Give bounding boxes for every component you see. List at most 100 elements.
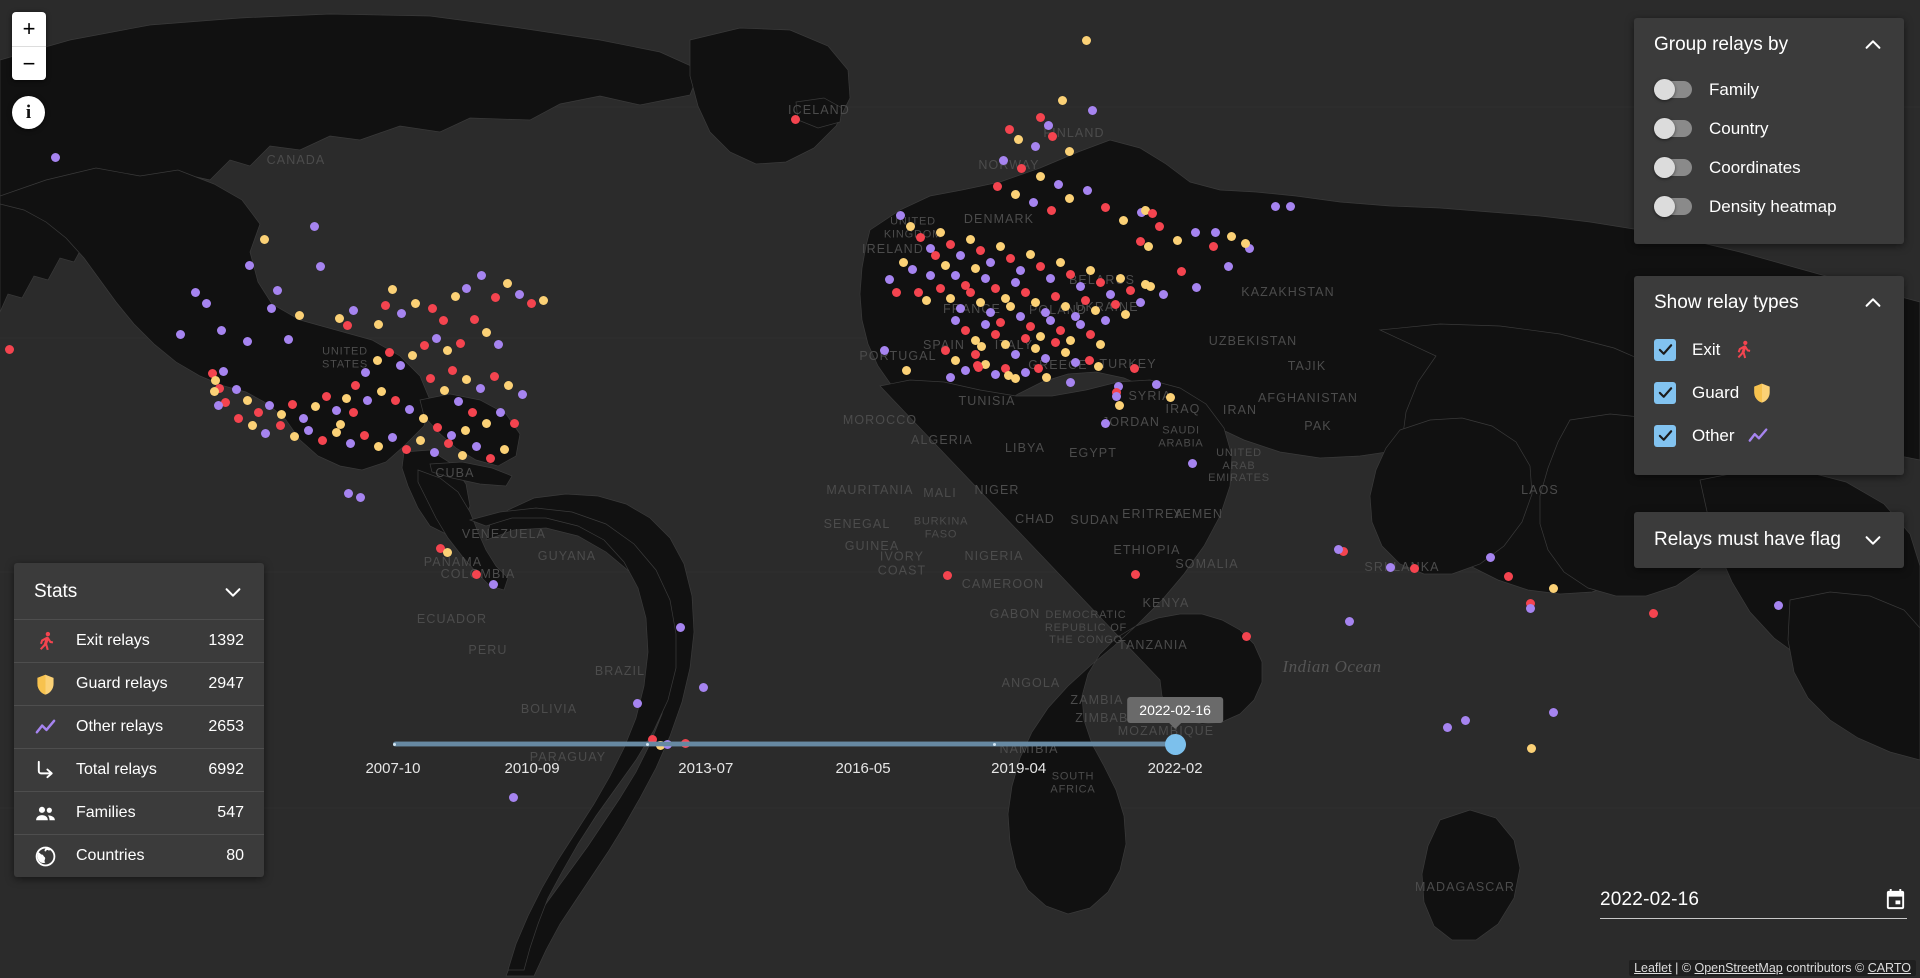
attribution-sep: | — [1672, 961, 1682, 975]
zoom-in-button[interactable]: + — [12, 12, 46, 46]
date-input-value[interactable]: 2022-02-16 — [1600, 889, 1699, 911]
checkbox-guard[interactable] — [1654, 382, 1676, 404]
toggle-switch[interactable] — [1654, 198, 1692, 215]
types-panel-padding — [1634, 457, 1904, 475]
toggle-label: Family — [1709, 80, 1759, 100]
world-landmass-svg — [0, 0, 1920, 978]
chevron-down-icon[interactable] — [222, 581, 244, 603]
relay-type-label: Other — [1692, 426, 1735, 446]
toggle-switch[interactable] — [1654, 120, 1692, 137]
chevron-down-icon[interactable] — [1862, 529, 1884, 551]
timeline-axis-label: 2016-05 — [836, 760, 891, 777]
toggle-knob — [1654, 196, 1675, 217]
group-relays-by-panel: Group relays by Family Country Coordinates… — [1634, 18, 1904, 244]
date-picker-inner[interactable]: 2022-02-16 — [1600, 888, 1907, 919]
timeline-axis-label: 2022-02 — [1148, 760, 1203, 777]
checkbox-other[interactable] — [1654, 425, 1676, 447]
arrow-turn-icon — [32, 759, 58, 782]
stat-value: 80 — [226, 847, 244, 865]
stats-row-list: Exit relays1392Guard relays2947Other rel… — [14, 619, 264, 877]
stat-row: Exit relays1392 — [14, 619, 264, 662]
stat-value: 2947 — [208, 675, 244, 693]
stat-label: Families — [76, 804, 217, 822]
timeline-axis-label: 2007-10 — [365, 760, 420, 777]
toggle-knob — [1654, 118, 1675, 139]
running-person-icon — [32, 630, 58, 653]
shield-icon — [1751, 382, 1773, 404]
zigzag-line-icon — [1747, 425, 1769, 447]
openstreetmap-link[interactable]: OpenStreetMap — [1695, 961, 1783, 975]
relay-type-other[interactable]: Other — [1634, 414, 1904, 457]
stat-label: Total relays — [76, 761, 208, 779]
show-relay-types-panel: Show relay types Exit Guard Other — [1634, 276, 1904, 475]
toggle-label: Density heatmap — [1709, 197, 1837, 217]
stat-label: Other relays — [76, 718, 208, 736]
stat-label: Guard relays — [76, 675, 208, 693]
toggle-switch[interactable] — [1654, 159, 1692, 176]
zigzag-line-icon — [32, 716, 58, 739]
timeline-axis-label: 2019-04 — [991, 760, 1046, 777]
stats-panel: Stats Exit relays1392Guard relays2947Oth… — [14, 563, 264, 877]
info-button[interactable]: i — [12, 96, 45, 129]
map-zoom-control[interactable]: + − — [12, 12, 46, 80]
timeline-axis-label: 2013-07 — [678, 760, 733, 777]
timeline-tick — [393, 743, 396, 746]
stat-row: Countries80 — [14, 834, 264, 877]
show-relay-types-header[interactable]: Show relay types — [1634, 276, 1904, 328]
tor-relay-map-app: CANADAUNITED STATESCUBAPANAMAVENEZUELACO… — [0, 0, 1920, 978]
toggle-switch[interactable] — [1654, 81, 1692, 98]
relays-must-have-flag-panel[interactable]: Relays must have flag — [1634, 512, 1904, 568]
group-panel-padding — [1634, 226, 1904, 244]
group-toggle-family[interactable]: Family — [1634, 70, 1904, 109]
chevron-up-icon[interactable] — [1862, 34, 1884, 56]
date-picker[interactable]: 2022-02-16 — [1600, 888, 1907, 919]
leaflet-link[interactable]: Leaflet — [1634, 961, 1672, 975]
relay-type-guard[interactable]: Guard — [1634, 371, 1904, 414]
stat-label: Exit relays — [76, 632, 208, 650]
stat-row: Guard relays2947 — [14, 662, 264, 705]
attribution-copy-1: © — [1682, 961, 1695, 975]
relay-type-exit[interactable]: Exit — [1634, 328, 1904, 371]
show-relay-types-title: Show relay types — [1654, 292, 1799, 314]
calendar-icon[interactable] — [1884, 888, 1907, 911]
relays-must-have-flag-header[interactable]: Relays must have flag — [1634, 512, 1904, 568]
checkbox-exit[interactable] — [1654, 339, 1676, 361]
toggle-knob — [1654, 79, 1675, 100]
group-toggle-country[interactable]: Country — [1634, 109, 1904, 148]
group-toggle-list: Family Country Coordinates Density heatmap — [1634, 70, 1904, 226]
relay-type-list: Exit Guard Other — [1634, 328, 1904, 457]
stat-value: 547 — [217, 804, 244, 822]
relay-type-label: Guard — [1692, 383, 1739, 403]
stat-value: 2653 — [208, 718, 244, 736]
stat-row: Total relays6992 — [14, 748, 264, 791]
timeline-tick — [646, 743, 649, 746]
timeline-track[interactable] — [393, 742, 1183, 746]
toggle-knob — [1654, 157, 1675, 178]
zoom-out-button[interactable]: − — [12, 46, 46, 80]
relays-must-have-flag-title: Relays must have flag — [1654, 529, 1841, 551]
stats-title: Stats — [34, 581, 77, 603]
stat-label: Countries — [76, 847, 226, 865]
timeline-slider[interactable]: 2022-02-16 2007-102010-092013-072016-052… — [393, 735, 1183, 795]
map-attribution: Leaflet | © OpenStreetMap contributors ©… — [1629, 960, 1916, 976]
people-icon — [32, 802, 58, 825]
stat-row: Other relays2653 — [14, 705, 264, 748]
toggle-label: Coordinates — [1709, 158, 1801, 178]
attribution-contributors: contributors © — [1783, 961, 1868, 975]
group-toggle-density-heatmap[interactable]: Density heatmap — [1634, 187, 1904, 226]
map-land-layer — [0, 0, 1920, 978]
timeline-axis-label: 2010-09 — [505, 760, 560, 777]
shield-icon — [32, 673, 58, 696]
timeline-handle[interactable] — [1165, 734, 1186, 755]
leaflet-map[interactable]: CANADAUNITED STATESCUBAPANAMAVENEZUELACO… — [0, 0, 1920, 978]
toggle-label: Country — [1709, 119, 1769, 139]
group-relays-by-header[interactable]: Group relays by — [1634, 18, 1904, 70]
group-relays-by-title: Group relays by — [1654, 34, 1788, 56]
stat-row: Families547 — [14, 791, 264, 834]
chevron-up-icon[interactable] — [1862, 292, 1884, 314]
carto-link[interactable]: CARTO — [1868, 961, 1911, 975]
group-toggle-coordinates[interactable]: Coordinates — [1634, 148, 1904, 187]
stats-header[interactable]: Stats — [14, 563, 264, 619]
stat-value: 1392 — [208, 632, 244, 650]
timeline-tooltip: 2022-02-16 — [1127, 697, 1223, 723]
